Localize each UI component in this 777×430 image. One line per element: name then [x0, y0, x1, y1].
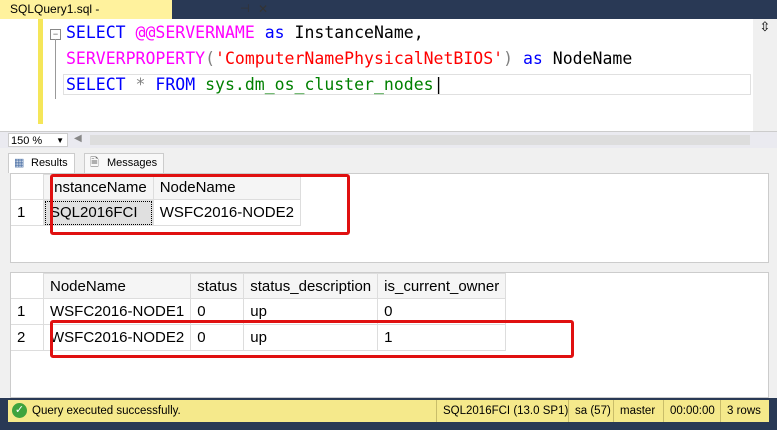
- column-header[interactable]: status_description: [243, 273, 379, 299]
- tab-results[interactable]: ▦ Results: [8, 153, 75, 173]
- query-tab[interactable]: SQLQuery1.sql - SQL...CI.master (sa (57)…: [0, 0, 172, 35]
- grid-icon: ▦: [14, 157, 25, 169]
- column-header[interactable]: is_current_owner: [377, 273, 507, 299]
- code-line-1: SELECT @@SERVERNAME as InstanceName,: [66, 23, 424, 42]
- highlight-box: [50, 174, 350, 235]
- code-line-2: SERVERPROPERTY('ComputerNamePhysicalNetB…: [66, 49, 633, 68]
- tab-messages[interactable]: 🗎 Messages: [84, 153, 165, 174]
- status-database: master: [613, 400, 655, 422]
- status-bar: ✓ Query executed successfully. SQL2016FC…: [8, 400, 769, 422]
- highlight-box: [50, 320, 574, 358]
- close-icon[interactable]: ✕: [258, 2, 268, 16]
- column-header[interactable]: status: [190, 273, 245, 299]
- query-editor[interactable]: − SELECT @@SERVERNAME as InstanceName, S…: [0, 19, 777, 131]
- scroll-left-icon[interactable]: ◀: [74, 133, 82, 144]
- status-server: SQL2016FCI (13.0 SP1): [436, 400, 568, 422]
- status-rows: 3 rows: [720, 400, 761, 422]
- pin-icon[interactable]: ⊣: [240, 2, 250, 15]
- horizontal-scrollbar[interactable]: [90, 135, 750, 145]
- status-time: 00:00:00: [663, 400, 715, 422]
- messages-icon: 🗎: [90, 157, 99, 169]
- code-line-3: SELECT * FROM sys.dm_os_cluster_nodes|: [63, 74, 751, 95]
- column-header[interactable]: NodeName: [42, 273, 192, 299]
- change-margin: [38, 19, 43, 124]
- status-user: sa (57): [568, 400, 611, 422]
- vertical-scrollbar[interactable]: ⇳: [753, 19, 777, 131]
- zoom-bar: 150 % ▼ ◀: [0, 131, 777, 149]
- success-icon: ✓: [12, 403, 27, 418]
- status-message: Query executed successfully.: [32, 405, 181, 417]
- zoom-select[interactable]: 150 % ▼: [8, 133, 68, 147]
